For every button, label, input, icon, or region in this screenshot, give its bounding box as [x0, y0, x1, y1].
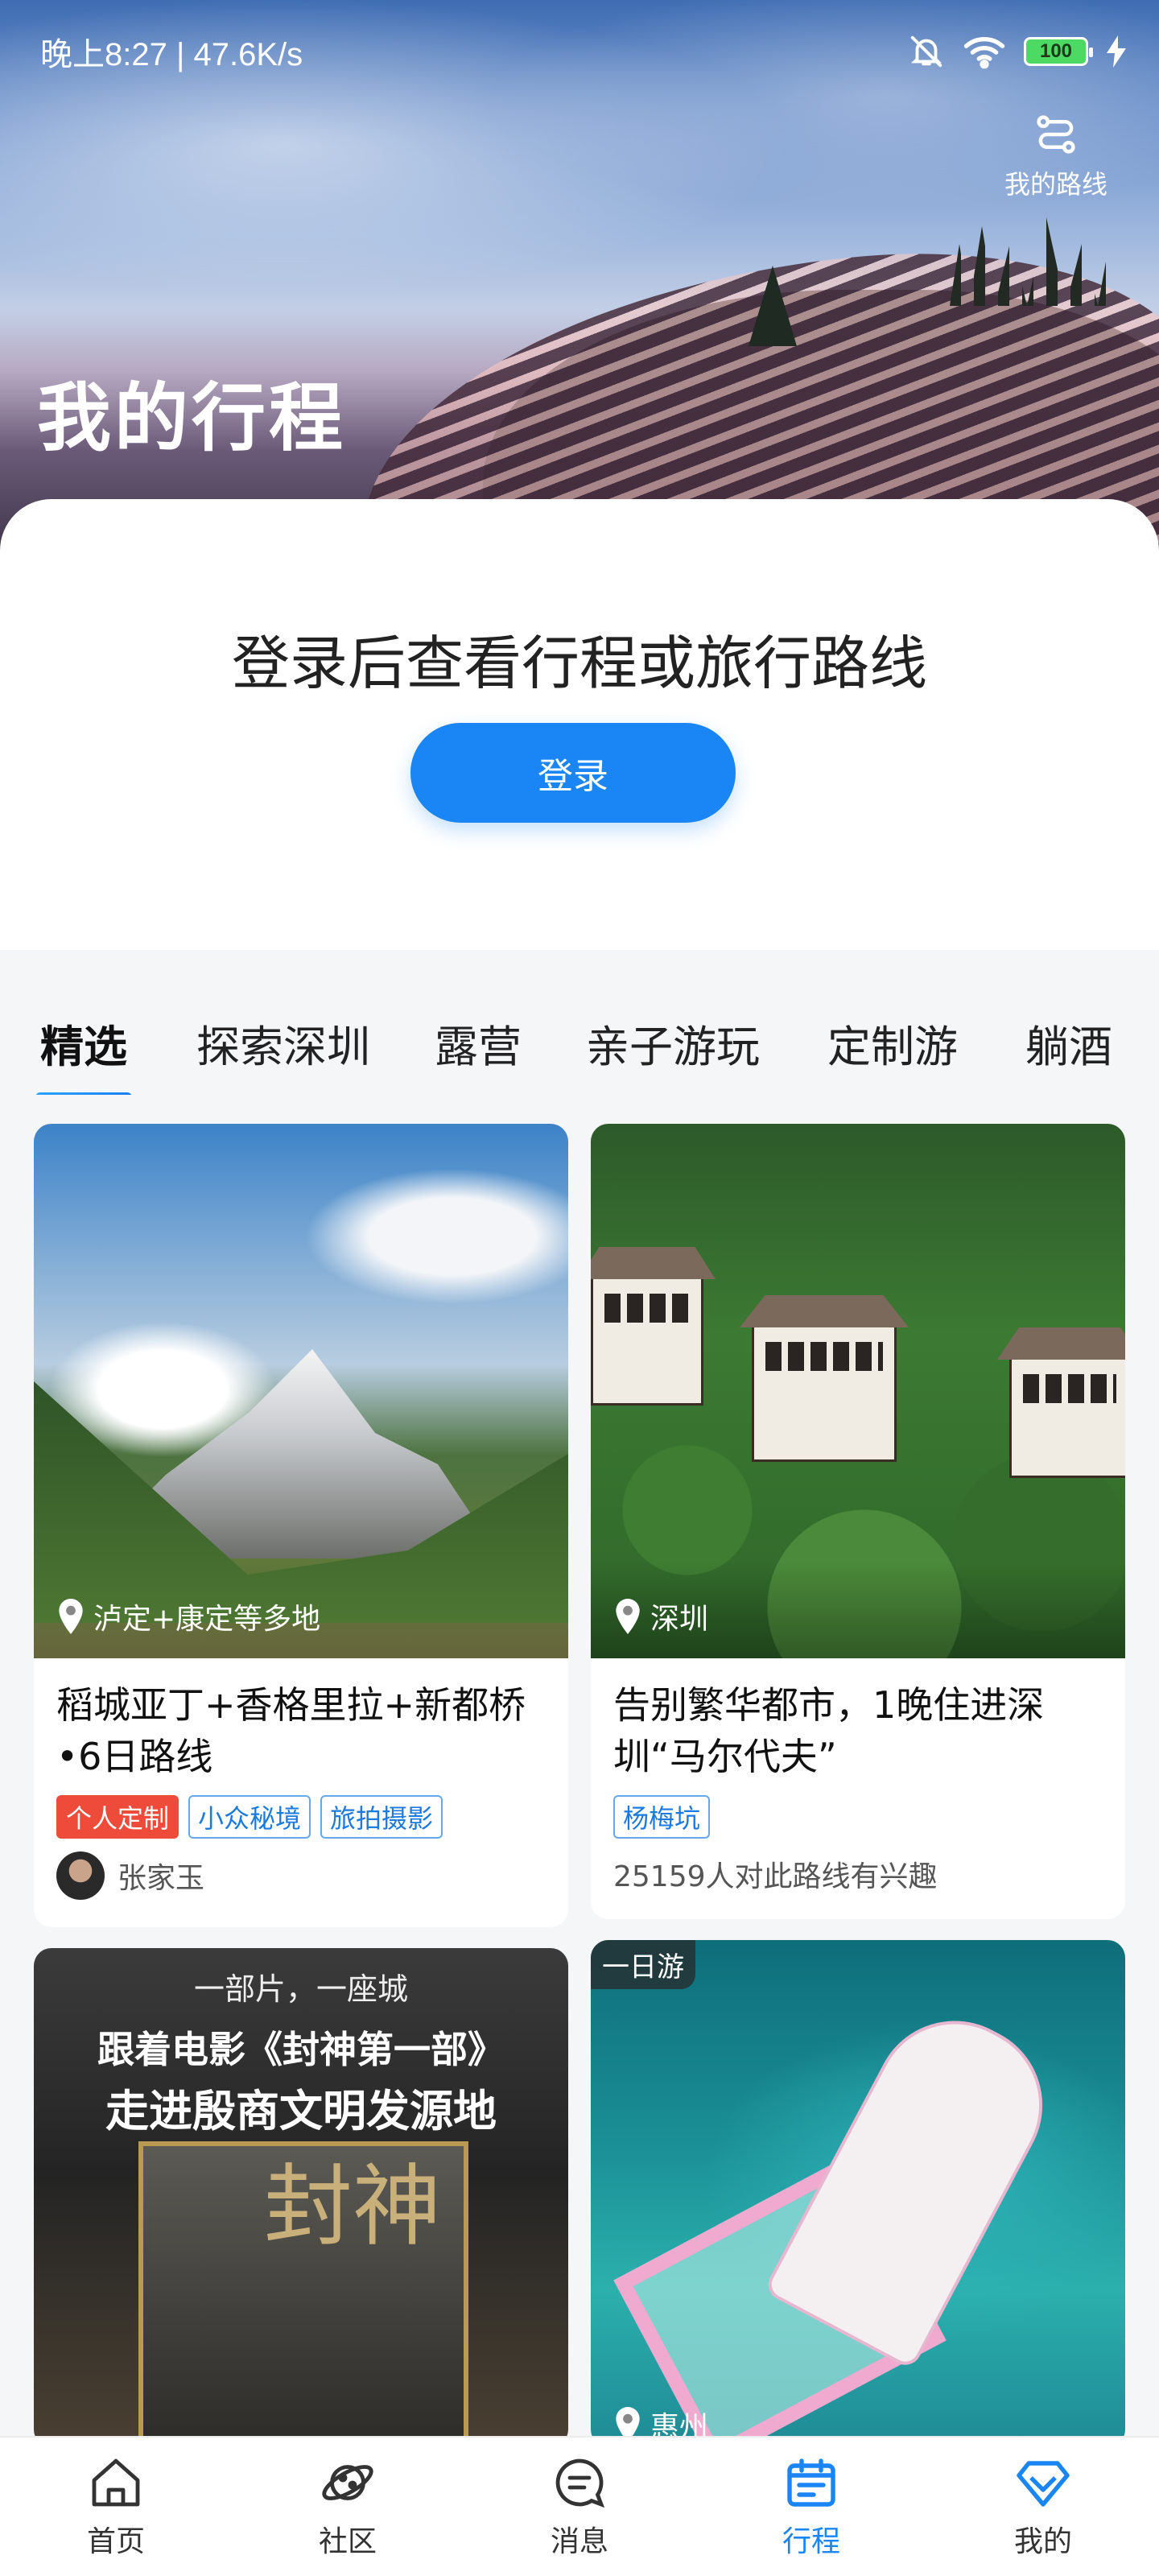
- bottom-nav: 首页 社区 消息 行程 我的: [0, 2436, 1159, 2576]
- location-text: 深圳: [650, 1603, 709, 1636]
- tag: 小众秘境: [188, 1795, 311, 1839]
- planet-icon: [322, 2465, 373, 2500]
- location-pin-icon: [616, 1599, 640, 1634]
- image-house-window: [765, 1342, 883, 1371]
- image-house: [752, 1325, 897, 1462]
- card-title: 稻城亚丁+香格里拉+新都桥•6日路线: [56, 1683, 526, 1778]
- login-panel: 登录后查看行程或旅行路线 登录: [0, 499, 1159, 950]
- tab-featured[interactable]: 精选: [35, 1011, 132, 1095]
- tab-custom-tour[interactable]: 定制游: [827, 1011, 958, 1075]
- poster-glyph: 封神: [264, 2155, 441, 2258]
- login-prompt: 登录后查看行程或旅行路线: [231, 630, 927, 697]
- nav-label: 首页: [86, 2525, 145, 2558]
- location-pin-icon: [59, 1599, 83, 1634]
- my-route-button[interactable]: 我的路线: [992, 113, 1120, 201]
- nav-label: 行程: [782, 2525, 840, 2558]
- location-text: 泸定+康定等多地: [93, 1603, 321, 1636]
- status-bar: 晚上8:27 | 47.6K/s 100: [40, 29, 1127, 74]
- nav-profile[interactable]: 我的: [927, 2438, 1159, 2576]
- nav-itinerary[interactable]: 行程: [695, 2438, 927, 2576]
- diamond-icon: [1017, 2461, 1070, 2507]
- tag: 杨梅坑: [613, 1795, 711, 1839]
- battery-level: 100: [1039, 40, 1073, 62]
- card-tags: 杨梅坑: [613, 1795, 711, 1839]
- charging-icon: [1107, 35, 1126, 68]
- tag: 旅拍摄影: [320, 1795, 443, 1839]
- status-time-speed: 晚上8:27 | 47.6K/s: [40, 37, 303, 72]
- page-title: 我的行程: [37, 375, 347, 461]
- image-house-window: [604, 1294, 690, 1323]
- card-image: 一部片，一座城 跟着电影《封神第一部》 走进殷商文明发源地 封神: [34, 1948, 568, 2447]
- category-tabs: 精选 探索深圳 露营 亲子游玩 定制游 躺酒: [0, 990, 1159, 1095]
- poster-tagline: 一部片，一座城: [193, 1971, 408, 2007]
- my-route-label: 我的路线: [1004, 169, 1107, 200]
- card-title: 告别繁华都市，1晚住进深圳“马尔代夫”: [613, 1683, 1045, 1778]
- login-button[interactable]: 登录: [410, 723, 736, 823]
- status-icons: 100: [908, 33, 1127, 70]
- author-name: 张家玉: [118, 1862, 205, 1895]
- card-image: [591, 1940, 1125, 2447]
- card-location: 泸定+康定等多地: [56, 1596, 320, 1637]
- nav-community[interactable]: 社区: [232, 2438, 464, 2576]
- home-icon: [92, 2458, 140, 2507]
- hero-banner: 晚上8:27 | 47.6K/s 100 我的路线 我的行程: [0, 0, 1159, 564]
- duration-badge: 一日游: [591, 1940, 695, 1989]
- poster-line-1: 跟着电影《封神第一部》: [97, 2028, 505, 2071]
- mute-bell-icon: [910, 35, 942, 68]
- image-house: [1009, 1357, 1125, 1478]
- calendar-icon: [787, 2458, 835, 2507]
- nav-label: 消息: [550, 2525, 608, 2558]
- nav-messages[interactable]: 消息: [464, 2438, 695, 2576]
- battery-icon: 100: [1024, 37, 1093, 66]
- poster-frame: 封神: [138, 2141, 468, 2447]
- card-image: [591, 1124, 1125, 1658]
- route-card[interactable]: 一日游 惠州: [591, 1940, 1125, 2447]
- tag: 个人定制: [56, 1795, 179, 1839]
- card-tags: 个人定制 小众秘境 旅拍摄影: [56, 1795, 443, 1839]
- tab-relax[interactable]: 躺酒: [1025, 1011, 1112, 1075]
- route-icon: [1037, 115, 1075, 154]
- nav-label: 社区: [318, 2525, 377, 2558]
- card-author: 张家玉: [56, 1852, 204, 1900]
- interest-count: 25159人对此路线有兴趣: [613, 1860, 938, 1893]
- tab-explore-shenzhen[interactable]: 探索深圳: [196, 1011, 370, 1075]
- poster-line-2: 走进殷商文明发源地: [105, 2085, 497, 2136]
- nav-label: 我的: [1013, 2525, 1072, 2558]
- card-image: [34, 1124, 568, 1658]
- avatar: [56, 1852, 105, 1900]
- card-location: 深圳: [613, 1596, 708, 1637]
- image-house: [591, 1277, 703, 1406]
- tab-family[interactable]: 亲子游玩: [586, 1011, 760, 1075]
- route-card[interactable]: 一部片，一座城 跟着电影《封神第一部》 走进殷商文明发源地 封神: [34, 1948, 568, 2447]
- image-house-window: [1023, 1374, 1116, 1403]
- nav-home[interactable]: 首页: [0, 2438, 232, 2576]
- wifi-icon: [963, 37, 1005, 69]
- route-card[interactable]: 泸定+康定等多地 稻城亚丁+香格里拉+新都桥•6日路线 个人定制 小众秘境 旅拍…: [34, 1124, 568, 1927]
- route-card[interactable]: 深圳 告别繁华都市，1晚住进深圳“马尔代夫” 杨梅坑 25159人对此路线有兴趣: [591, 1124, 1125, 1919]
- message-icon: [555, 2458, 605, 2508]
- tab-camping[interactable]: 露营: [435, 1011, 522, 1075]
